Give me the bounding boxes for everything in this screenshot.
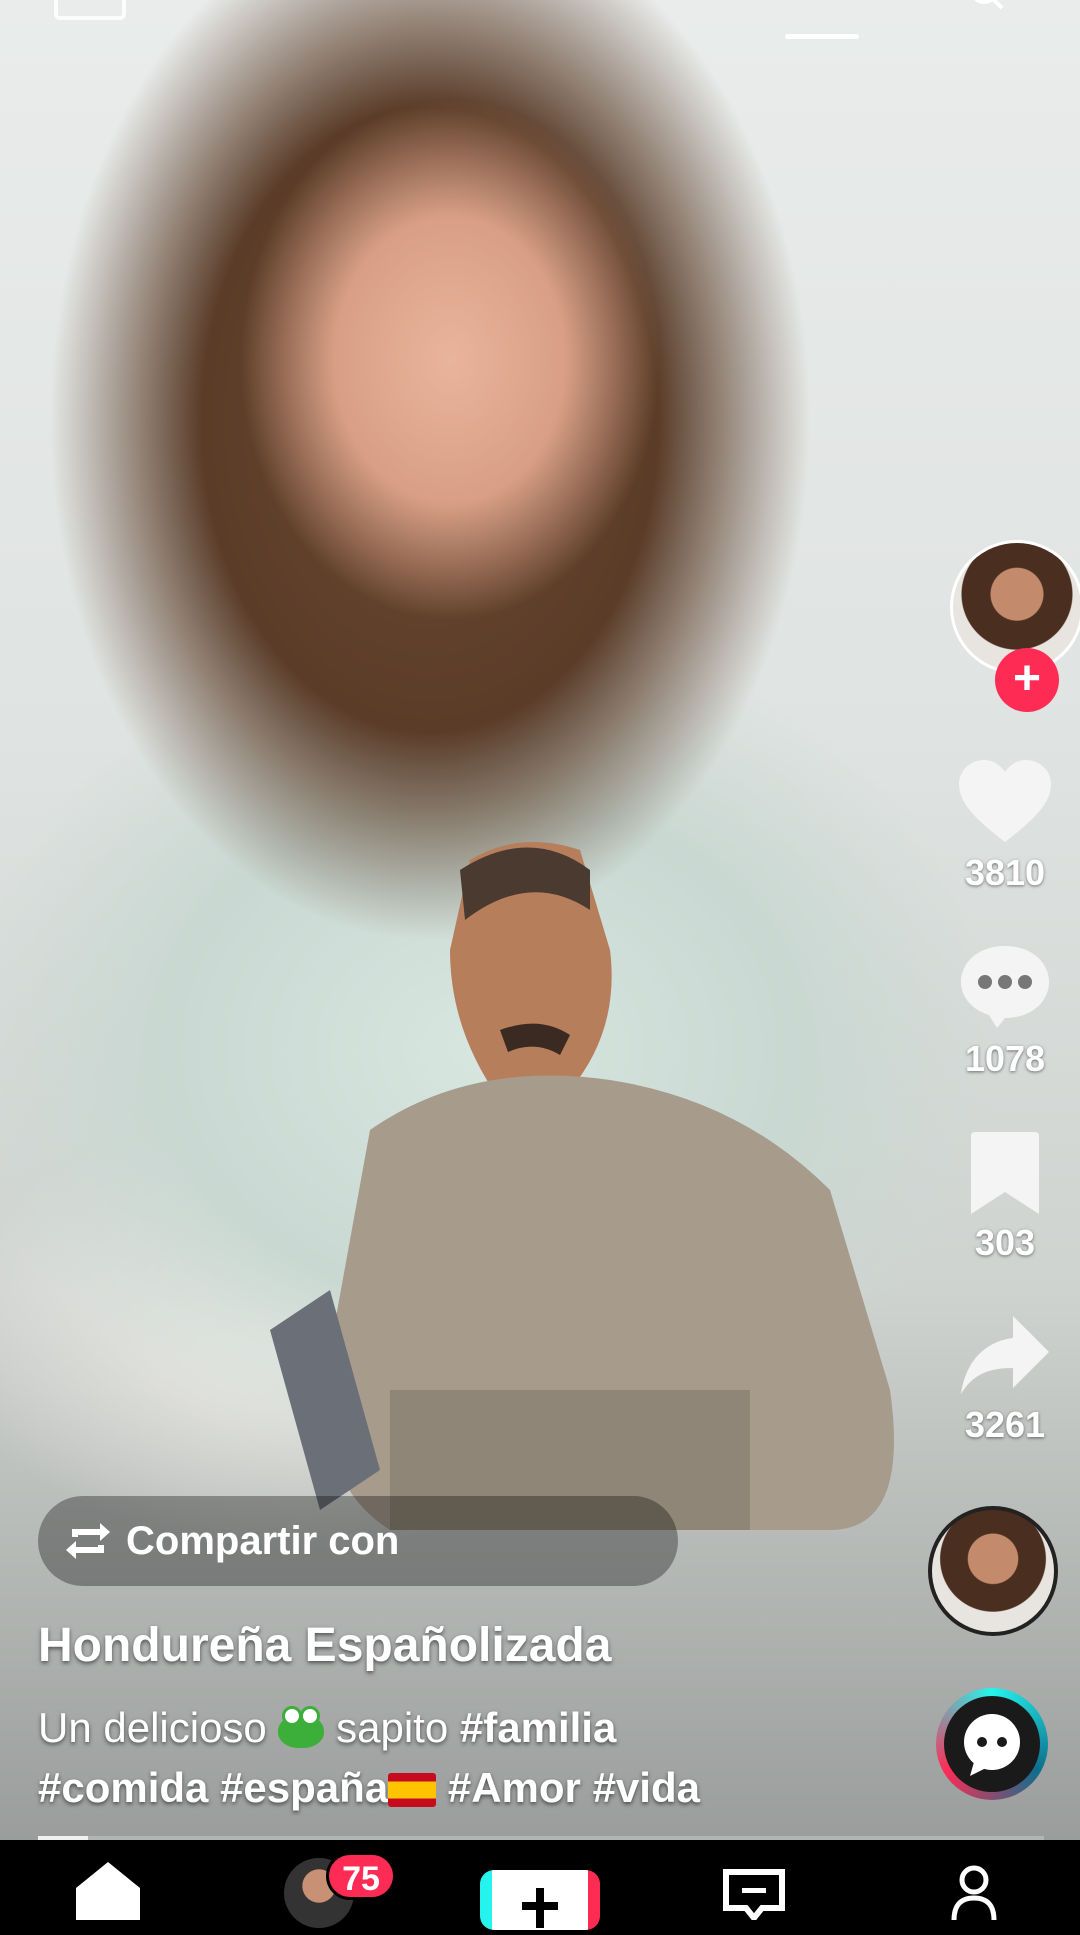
video-caption: Un delicioso sapito #familia #comida #es… [38, 1698, 858, 1818]
save-button[interactable]: 303 [930, 1130, 1080, 1264]
share-banner-label: Compartir con [126, 1518, 400, 1563]
hashtag-link[interactable]: #españa [220, 1764, 388, 1811]
plus-icon [522, 1888, 558, 1928]
comment-icon [961, 946, 1049, 1028]
share-arrow-icon [961, 1316, 1049, 1394]
share-count: 3261 [964, 1404, 1046, 1445]
create-button[interactable] [480, 1870, 600, 1930]
tab-indicator [785, 34, 859, 39]
creator-avatar-button[interactable]: + [950, 540, 1080, 712]
live-icon[interactable] [54, 0, 126, 20]
save-count: 303 [974, 1222, 1036, 1263]
music-disc-avatar[interactable] [928, 1506, 1058, 1636]
follow-button[interactable]: + [995, 648, 1059, 712]
ai-chat-button[interactable] [936, 1688, 1048, 1800]
bottom-navigation [0, 1840, 1080, 1930]
hashtag-link[interactable]: #vida [593, 1764, 700, 1811]
home-icon[interactable] [70, 1840, 146, 1920]
like-count: 3810 [964, 852, 1046, 893]
share-button[interactable]: 3261 [930, 1312, 1080, 1446]
chat-bot-icon [964, 1714, 1020, 1776]
caption-text: sapito [324, 1704, 460, 1751]
bookmark-icon [971, 1132, 1039, 1214]
overlay-sticker-image [270, 842, 894, 1530]
heart-icon [959, 760, 1051, 842]
hashtag-link[interactable]: #Amor [448, 1764, 581, 1811]
caption-space [581, 1764, 593, 1811]
comment-button[interactable]: 1078 [930, 942, 1080, 1080]
caption-space [208, 1764, 220, 1811]
repost-icon [66, 1523, 110, 1559]
frog-emoji-icon [278, 1706, 325, 1748]
top-navigation [0, 0, 1080, 60]
share-with-banner[interactable]: Compartir con [38, 1496, 678, 1586]
spain-flag-icon [388, 1773, 437, 1807]
caption-space [436, 1764, 448, 1811]
search-icon[interactable] [970, 0, 1004, 14]
hashtag-link[interactable]: #familia [460, 1704, 616, 1751]
caption-text: Un delicioso [38, 1704, 279, 1751]
inbox-icon[interactable] [722, 1868, 786, 1920]
inbox-badge: 75 [326, 1852, 396, 1900]
like-button[interactable]: 3810 [930, 758, 1080, 894]
ai-chat-inner [944, 1696, 1040, 1792]
creator-username[interactable]: Hondureña Españolizada [38, 1618, 611, 1673]
comment-count: 1078 [964, 1038, 1046, 1079]
profile-icon[interactable] [950, 1864, 998, 1920]
hashtag-link[interactable]: #comida [38, 1764, 208, 1811]
